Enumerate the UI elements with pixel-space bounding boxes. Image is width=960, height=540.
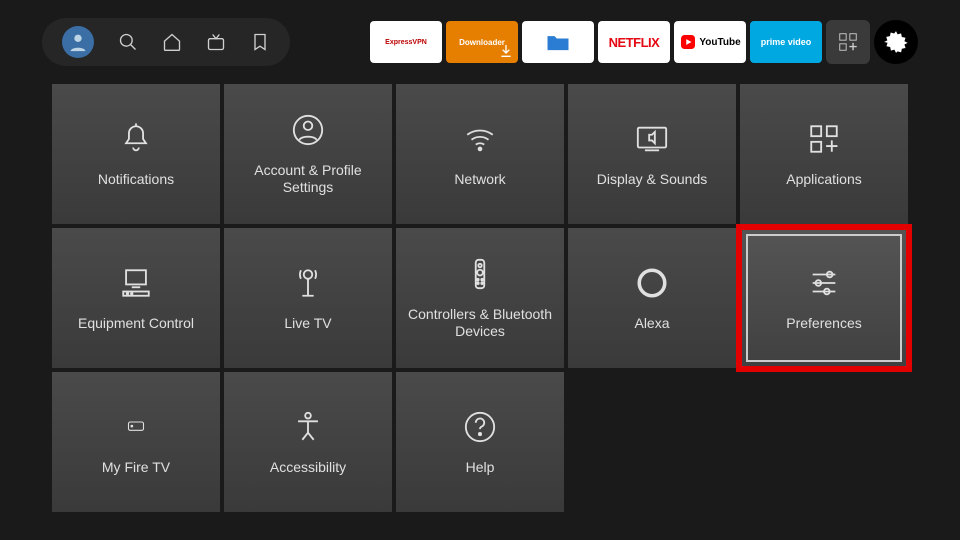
wifi-icon	[460, 121, 500, 157]
tile-display-sounds[interactable]: Display & Sounds	[568, 84, 736, 224]
tile-account-profile[interactable]: Account & Profile Settings	[224, 84, 392, 224]
app-youtube[interactable]: YouTube	[674, 21, 746, 63]
accessibility-icon	[288, 409, 328, 445]
search-button[interactable]	[118, 32, 138, 52]
tile-label: Equipment Control	[78, 315, 194, 332]
display-sound-icon	[632, 121, 672, 157]
equipment-icon	[116, 265, 156, 301]
tile-label: Live TV	[284, 315, 331, 332]
settings-grid: Notifications Account & Profile Settings…	[0, 76, 960, 512]
tile-label: Display & Sounds	[597, 171, 708, 188]
tile-label: Account & Profile Settings	[232, 162, 384, 196]
tile-label: Preferences	[786, 315, 861, 332]
search-icon	[118, 32, 138, 52]
app-row: ExpressVPN Downloader NETFLIX YouTube pr…	[370, 20, 918, 64]
app-label: NETFLIX	[609, 35, 660, 50]
device-icon	[116, 409, 156, 445]
app-label: ExpressVPN	[385, 39, 427, 46]
bookmark-icon	[250, 32, 270, 52]
top-bar: ExpressVPN Downloader NETFLIX YouTube pr…	[0, 0, 960, 76]
home-button[interactable]	[162, 32, 182, 52]
help-icon	[460, 409, 500, 445]
tile-applications[interactable]: Applications	[740, 84, 908, 224]
tile-network[interactable]: Network	[396, 84, 564, 224]
alexa-icon	[632, 265, 672, 301]
tile-alexa[interactable]: Alexa	[568, 228, 736, 368]
tile-live-tv[interactable]: Live TV	[224, 228, 392, 368]
profile-button[interactable]	[62, 26, 94, 58]
bookmark-button[interactable]	[250, 32, 270, 52]
app-es-file-explorer[interactable]	[522, 21, 594, 63]
home-icon	[162, 32, 182, 52]
app-expressvpn[interactable]: ExpressVPN	[370, 21, 442, 63]
tile-preferences[interactable]: Preferences	[740, 228, 908, 368]
tv-icon	[206, 32, 226, 52]
tile-equipment-control[interactable]: Equipment Control	[52, 228, 220, 368]
apps-grid-button[interactable]	[826, 20, 870, 64]
tile-label: Network	[454, 171, 505, 188]
tile-label: Applications	[786, 171, 862, 188]
tile-label: Alexa	[634, 315, 669, 332]
tile-label: My Fire TV	[102, 459, 170, 476]
tile-controllers[interactable]: Controllers & Bluetooth Devices	[396, 228, 564, 368]
profile-icon	[67, 31, 89, 53]
nav-pill	[42, 18, 290, 66]
apps-icon	[804, 121, 844, 157]
settings-button[interactable]	[874, 20, 918, 64]
app-netflix[interactable]: NETFLIX	[598, 21, 670, 63]
app-primevideo[interactable]: prime video	[750, 21, 822, 63]
tile-label: Help	[466, 459, 495, 476]
live-button[interactable]	[206, 32, 226, 52]
user-circle-icon	[288, 112, 328, 148]
tile-accessibility[interactable]: Accessibility	[224, 372, 392, 512]
folder-icon	[544, 28, 572, 56]
tile-label: Controllers & Bluetooth Devices	[404, 306, 556, 340]
remote-icon	[460, 256, 500, 292]
bell-icon	[116, 121, 156, 157]
youtube-icon	[679, 35, 697, 49]
tile-label: Notifications	[98, 171, 174, 188]
app-label: YouTube	[699, 37, 740, 48]
apps-grid-icon	[837, 31, 859, 53]
antenna-icon	[288, 265, 328, 301]
gear-icon	[883, 29, 909, 55]
tile-notifications[interactable]: Notifications	[52, 84, 220, 224]
app-downloader[interactable]: Downloader	[446, 21, 518, 63]
tile-label: Accessibility	[270, 459, 346, 476]
sliders-icon	[804, 265, 844, 301]
download-icon	[498, 43, 514, 59]
tile-my-fire-tv[interactable]: My Fire TV	[52, 372, 220, 512]
app-label: prime video	[761, 38, 812, 47]
tile-help[interactable]: Help	[396, 372, 564, 512]
